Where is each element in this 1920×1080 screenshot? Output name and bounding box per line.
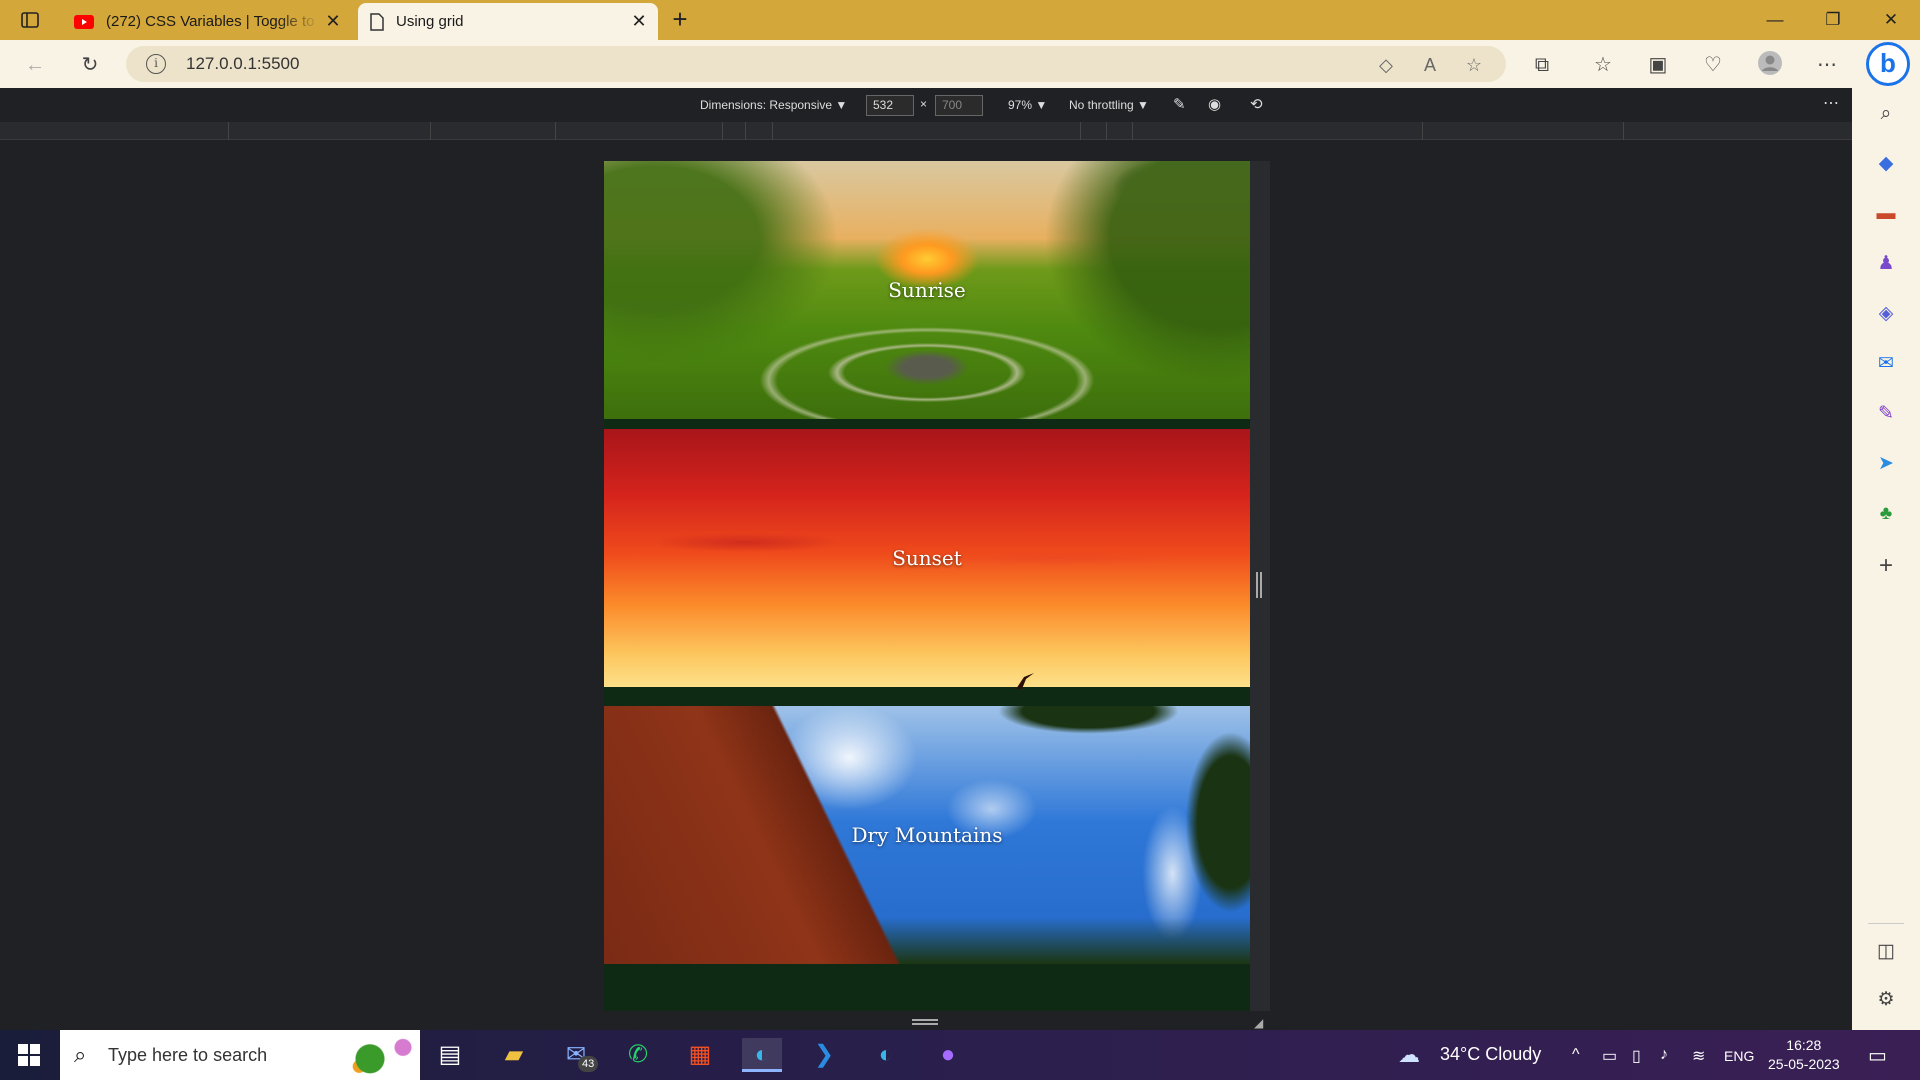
weather-text[interactable]: 34°C Cloudy: [1440, 1044, 1541, 1065]
waterfall: [718, 826, 760, 956]
card-label: Dry Mountains: [851, 823, 1003, 847]
zoom-label: 97%: [1008, 98, 1033, 112]
media-query-ruler[interactable]: [0, 122, 1852, 140]
more-options-icon[interactable]: ⋯: [1812, 50, 1842, 80]
device-toolbar: Dimensions: Responsive ▼ 532 × 700 97% ▼…: [0, 88, 1852, 122]
close-icon[interactable]: ✕: [626, 11, 652, 32]
designer-icon[interactable]: ✎: [1874, 402, 1898, 426]
back-icon[interactable]: ←: [20, 50, 50, 80]
close-window-icon[interactable]: ✕: [1868, 6, 1914, 34]
tab-youtube[interactable]: (272) CSS Variables | Toggle to th ✕: [62, 3, 352, 40]
page-content: Sunrise Sunset Dry Mountains: [604, 161, 1250, 1011]
resize-handle-right[interactable]: [1256, 572, 1262, 598]
time: 16:28: [1786, 1037, 1822, 1053]
edge-sidebar: ⌕ ◆ ▬ ♟ ◈ ✉ ✎ ➤ ♣ + ◫ ⚙: [1852, 88, 1920, 1030]
throttling-dropdown[interactable]: No throttling ▼: [1069, 98, 1149, 112]
outlook-icon[interactable]: ✉: [1874, 352, 1898, 376]
taskbar-search[interactable]: ⌕ Type here to search: [60, 1030, 420, 1080]
youtube-icon: [74, 14, 94, 29]
show-hidden-icons[interactable]: ^: [1572, 1046, 1580, 1064]
add-icon[interactable]: +: [1874, 554, 1898, 578]
edge-icon[interactable]: ◐: [742, 1038, 782, 1072]
responsive-viewport: Sunrise Sunset Dry Mountains ◢: [604, 161, 1270, 1032]
address-bar[interactable]: i 127.0.0.1:5500 ◇ A ☆: [126, 46, 1506, 82]
card-sunset: Sunset: [604, 429, 1250, 689]
file-explorer-icon[interactable]: ▰: [494, 1038, 534, 1072]
search-placeholder: Type here to search: [108, 1045, 268, 1065]
bird-icon: [1016, 673, 1034, 689]
browser-toolbar: ← ↻ i 127.0.0.1:5500 ◇ A ☆ ⧉ ☆ ▣ ♡ ⋯ b: [0, 40, 1920, 88]
collections-icon[interactable]: ▣: [1643, 50, 1673, 80]
vscode-icon[interactable]: ❯: [804, 1038, 844, 1072]
tab-strip: (272) CSS Variables | Toggle to th ✕ Usi…: [0, 0, 1920, 40]
tab-title: Using grid: [396, 13, 464, 30]
search-highlight-icon: [352, 1036, 412, 1074]
restore-icon[interactable]: ❐: [1810, 6, 1856, 34]
favorites-icon[interactable]: ☆: [1588, 50, 1618, 80]
whatsapp-icon[interactable]: ✆: [618, 1038, 658, 1072]
microsoft-store-icon[interactable]: ▦: [680, 1038, 720, 1072]
tree-icon[interactable]: ♣: [1874, 502, 1898, 526]
card-sunrise: Sunrise: [604, 161, 1250, 419]
search-icon[interactable]: ⌕: [1874, 102, 1898, 126]
language-indicator[interactable]: ENG: [1724, 1048, 1754, 1064]
device-icon[interactable]: ▯: [1632, 1046, 1641, 1066]
tab-actions-icon[interactable]: [14, 8, 46, 32]
shopping-icon[interactable]: ◆: [1874, 152, 1898, 176]
close-icon[interactable]: ✕: [320, 11, 346, 32]
dimensions-label: Dimensions: Responsive: [700, 98, 833, 112]
info-icon[interactable]: i: [146, 54, 166, 74]
tab-using-grid[interactable]: Using grid ✕: [358, 3, 658, 40]
microsoft365-icon[interactable]: ◈: [1874, 302, 1898, 326]
height-input[interactable]: 700: [935, 95, 983, 116]
date: 25-05-2023: [1768, 1056, 1840, 1072]
refresh-icon[interactable]: ↻: [75, 50, 105, 80]
taskbar: ⌕ Type here to search ▤ ▰ ✉ 43 ✆ ▦ ◐ ❯ ◐ …: [0, 1030, 1920, 1080]
tab-title: (272) CSS Variables | Toggle to th: [106, 13, 320, 30]
card-label: Sunset: [892, 546, 962, 570]
notifications-icon[interactable]: ▭: [1868, 1043, 1887, 1068]
tools-icon[interactable]: ▬: [1874, 202, 1898, 226]
clock[interactable]: 16:28 25-05-2023: [1768, 1036, 1840, 1074]
windows-start-icon[interactable]: [12, 1042, 48, 1068]
eyedropper-icon[interactable]: ✎: [1173, 95, 1186, 113]
mail-badge: 43: [578, 1056, 599, 1072]
dimensions-dropdown[interactable]: Dimensions: Responsive ▼: [700, 98, 847, 112]
card-dry-mountains: Dry Mountains: [604, 706, 1250, 964]
cloud-icon: ☁: [1398, 1042, 1420, 1067]
vision-icon[interactable]: ◉: [1208, 95, 1221, 113]
tag-icon[interactable]: ◇: [1374, 53, 1398, 77]
github-desktop-icon[interactable]: ●: [928, 1038, 968, 1072]
edge-dev-icon[interactable]: ◐: [866, 1038, 906, 1072]
throttling-label: No throttling: [1069, 98, 1134, 112]
bing-copilot-icon[interactable]: b: [1866, 42, 1910, 86]
settings-icon[interactable]: ⚙: [1874, 988, 1898, 1012]
wifi-icon[interactable]: ≋: [1692, 1046, 1705, 1066]
document-icon: [370, 12, 384, 31]
battery-icon[interactable]: ▭: [1602, 1046, 1617, 1066]
volume-icon[interactable]: ♪: [1660, 1046, 1668, 1064]
task-view-icon[interactable]: ▤: [430, 1038, 470, 1072]
zoom-dropdown[interactable]: 97% ▼: [1008, 98, 1047, 112]
extensions-icon[interactable]: ⧉: [1527, 50, 1557, 80]
width-input[interactable]: 532: [866, 95, 914, 116]
sidebar-toggle-icon[interactable]: ◫: [1874, 940, 1898, 964]
profile-icon[interactable]: [1755, 50, 1785, 80]
send-icon[interactable]: ➤: [1874, 452, 1898, 476]
minimize-icon[interactable]: —: [1752, 6, 1798, 34]
read-aloud-icon[interactable]: A: [1418, 53, 1442, 77]
devtools-more-icon[interactable]: ⋯: [1823, 93, 1839, 113]
rotate-icon[interactable]: ⟲: [1250, 95, 1263, 113]
games-icon[interactable]: ♟: [1874, 252, 1898, 276]
url-text: 127.0.0.1:5500: [186, 54, 300, 73]
add-favorite-icon[interactable]: ☆: [1462, 53, 1486, 77]
search-icon: ⌕: [74, 1042, 87, 1067]
times-sign: ×: [920, 97, 928, 111]
resize-handle-bottom[interactable]: [912, 1019, 938, 1025]
mail-icon[interactable]: ✉ 43: [556, 1038, 599, 1072]
browser-essentials-icon[interactable]: ♡: [1698, 50, 1728, 80]
resize-handle-corner[interactable]: ◢: [1254, 1016, 1268, 1030]
new-tab-button[interactable]: +: [666, 6, 694, 34]
card-label: Sunrise: [888, 278, 966, 302]
